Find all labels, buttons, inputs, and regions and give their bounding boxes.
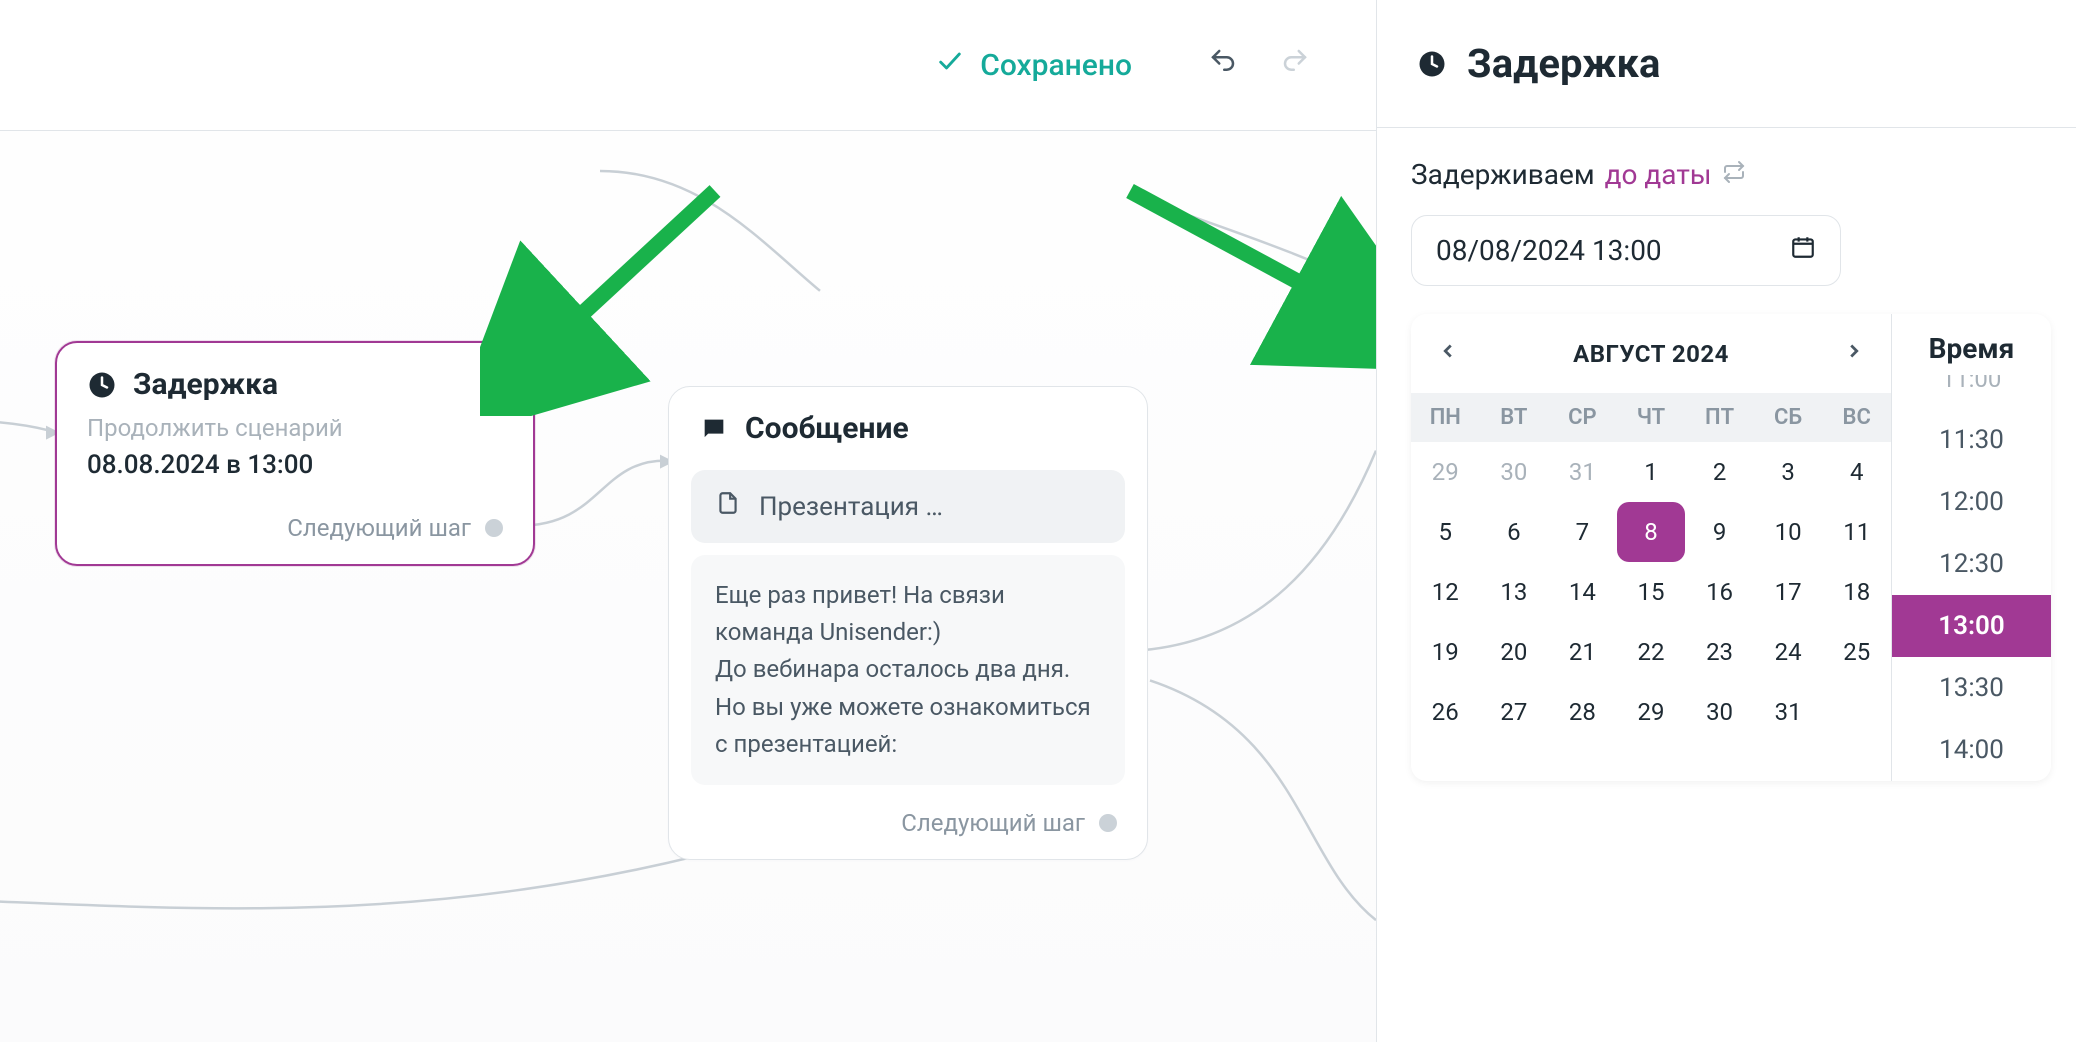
output-port[interactable] <box>1099 814 1117 832</box>
calendar-day[interactable]: 29 <box>1617 682 1686 742</box>
undo-redo-group <box>1202 40 1316 90</box>
time-option[interactable]: 13:30 <box>1892 657 2051 719</box>
calendar-day[interactable]: 22 <box>1617 622 1686 682</box>
delay-card-header: Задержка <box>57 343 533 412</box>
calendar-day-prev[interactable]: 29 <box>1411 442 1480 502</box>
delay-card-title: Задержка <box>133 367 278 402</box>
calendar-dow: ПТ <box>1685 393 1754 442</box>
time-option[interactable]: 13:00 <box>1892 595 2051 657</box>
calendar-day[interactable]: 23 <box>1685 622 1754 682</box>
calendar-dow: ПН <box>1411 393 1480 442</box>
time-header: Время <box>1892 314 2051 375</box>
sidebar-body: Задерживаем до даты 08/08/2024 13:00 <box>1377 128 2076 811</box>
sidebar-title: Задержка <box>1467 40 1660 87</box>
time-option[interactable]: 11:30 <box>1892 409 2051 471</box>
saved-label: Сохранено <box>980 48 1132 83</box>
swap-icon[interactable] <box>1722 160 1746 190</box>
calendar-day[interactable]: 24 <box>1754 622 1823 682</box>
time-option[interactable]: 12:30 <box>1892 533 2051 595</box>
calendar-dow: СБ <box>1754 393 1823 442</box>
calendar-day[interactable]: 18 <box>1822 562 1891 622</box>
next-step-label: Следующий шаг <box>287 514 471 542</box>
file-icon <box>715 490 741 523</box>
clock-icon <box>87 370 117 400</box>
calendar-dow: ЧТ <box>1617 393 1686 442</box>
time-option[interactable]: 11:00 <box>1892 375 2051 409</box>
prev-month-button[interactable] <box>1427 332 1469 375</box>
next-step-label: Следующий шаг <box>901 809 1085 837</box>
calendar-day[interactable]: 25 <box>1822 622 1891 682</box>
output-port[interactable] <box>485 519 503 537</box>
calendar-day[interactable]: 5 <box>1411 502 1480 562</box>
message-body: Еще раз привет! На связи команда Unisend… <box>691 555 1125 785</box>
calendar-day[interactable]: 10 <box>1754 502 1823 562</box>
attachment-name: Презентация … <box>759 492 943 522</box>
delay-mode-row: Задерживаем до даты <box>1411 158 2042 191</box>
calendar-day[interactable]: 20 <box>1480 622 1549 682</box>
calendar-day[interactable]: 31 <box>1754 682 1823 742</box>
calendar-day[interactable]: 30 <box>1685 682 1754 742</box>
delay-settings-sidebar: Задержка Задерживаем до даты 08/08/2024 … <box>1376 0 2076 1042</box>
calendar-day[interactable]: 4 <box>1822 442 1891 502</box>
calendar-dow: СР <box>1548 393 1617 442</box>
time-option[interactable]: 14:00 <box>1892 719 2051 781</box>
calendar-dow: ВС <box>1822 393 1891 442</box>
sidebar-header: Задержка <box>1377 0 2076 128</box>
time-option[interactable]: 12:00 <box>1892 471 2051 533</box>
message-card-header: Сообщение <box>669 387 1147 456</box>
delay-card[interactable]: Задержка Продолжить сценарий 08.08.2024 … <box>55 341 535 566</box>
delay-mode-link[interactable]: до даты <box>1605 158 1712 191</box>
delay-card-footer: Следующий шаг <box>57 500 533 564</box>
message-card-footer: Следующий шаг <box>669 795 1147 859</box>
calendar-day[interactable]: 11 <box>1822 502 1891 562</box>
calendar-day[interactable]: 12 <box>1411 562 1480 622</box>
calendar-day[interactable]: 13 <box>1480 562 1549 622</box>
calendar-day[interactable]: 14 <box>1548 562 1617 622</box>
check-icon <box>936 47 964 83</box>
message-card-title: Сообщение <box>745 411 909 446</box>
calendar-day[interactable]: 2 <box>1685 442 1754 502</box>
calendar-day[interactable]: 15 <box>1617 562 1686 622</box>
calendar-day[interactable]: 17 <box>1754 562 1823 622</box>
chat-icon <box>699 414 729 444</box>
calendar-day[interactable]: 6 <box>1480 502 1549 562</box>
calendar-header: АВГУСТ 2024 <box>1411 314 1891 393</box>
calendar: АВГУСТ 2024 ПНВТСРЧТПТСБВС29303112345678… <box>1411 314 1891 781</box>
delay-card-value: 08.08.2024 в 13:00 <box>57 450 533 500</box>
delay-card-subtitle: Продолжить сценарий <box>57 412 533 450</box>
calendar-day[interactable]: 3 <box>1754 442 1823 502</box>
calendar-day[interactable]: 26 <box>1411 682 1480 742</box>
calendar-day[interactable]: 28 <box>1548 682 1617 742</box>
calendar-day[interactable]: 1 <box>1617 442 1686 502</box>
calendar-day[interactable]: 16 <box>1685 562 1754 622</box>
calendar-day[interactable]: 8 <box>1617 502 1686 562</box>
clock-icon <box>1417 49 1447 79</box>
calendar-day[interactable]: 9 <box>1685 502 1754 562</box>
undo-button[interactable] <box>1202 40 1244 90</box>
datetime-input[interactable]: 08/08/2024 13:00 <box>1411 215 1841 286</box>
calendar-icon <box>1790 234 1816 267</box>
calendar-day-prev[interactable]: 30 <box>1480 442 1549 502</box>
redo-button[interactable] <box>1274 40 1316 90</box>
calendar-day[interactable]: 7 <box>1548 502 1617 562</box>
message-card[interactable]: Сообщение Презентация … Еще раз привет! … <box>668 386 1148 860</box>
delay-label-prefix: Задерживаем <box>1411 158 1595 191</box>
message-attachment[interactable]: Презентация … <box>691 470 1125 543</box>
calendar-day[interactable]: 19 <box>1411 622 1480 682</box>
next-month-button[interactable] <box>1833 332 1875 375</box>
datetime-picker: АВГУСТ 2024 ПНВТСРЧТПТСБВС29303112345678… <box>1411 314 2051 781</box>
calendar-grid: ПНВТСРЧТПТСБВС29303112345678910111213141… <box>1411 393 1891 742</box>
calendar-day-prev[interactable]: 31 <box>1548 442 1617 502</box>
calendar-day[interactable]: 21 <box>1548 622 1617 682</box>
calendar-dow: ВТ <box>1480 393 1549 442</box>
calendar-day[interactable]: 27 <box>1480 682 1549 742</box>
datetime-value: 08/08/2024 13:00 <box>1436 234 1662 267</box>
time-list: 11:0011:3012:0012:3013:0013:3014:00 <box>1892 375 2051 781</box>
month-label: АВГУСТ 2024 <box>1573 340 1729 368</box>
saved-status: Сохранено <box>936 47 1132 83</box>
time-column: Время 11:0011:3012:0012:3013:0013:3014:0… <box>1891 314 2051 781</box>
